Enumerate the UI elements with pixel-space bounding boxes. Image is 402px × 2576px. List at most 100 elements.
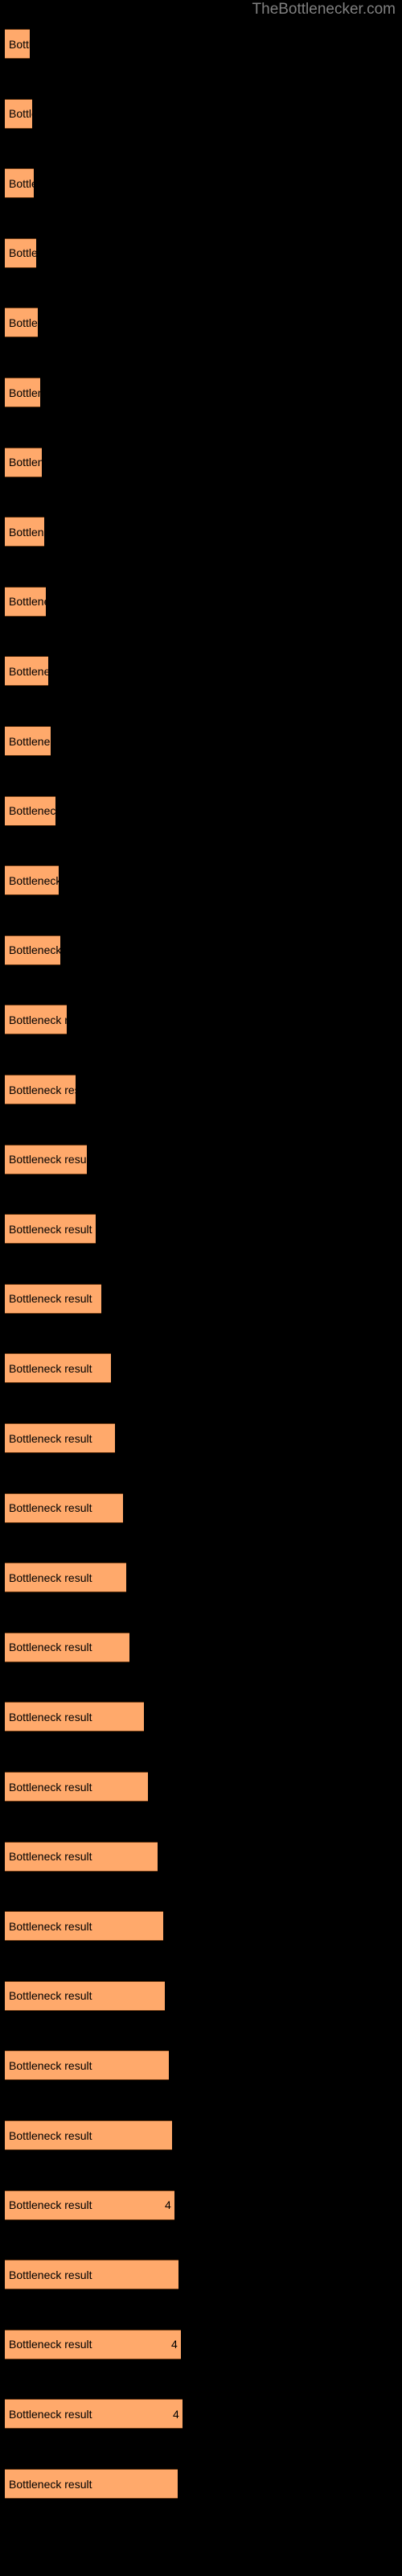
bar-label: Bottleneck result xyxy=(9,943,60,957)
bar-row: Bottleneck result xyxy=(5,1980,165,2011)
bar-label: Bottleneck result xyxy=(9,2338,92,2351)
bar-row: Bottleneck result xyxy=(5,726,51,756)
bar-label: Bottleneck result xyxy=(9,1431,92,1445)
bar[interactable]: Bottleneck result xyxy=(5,29,30,59)
bar[interactable]: Bottleneck result xyxy=(5,656,48,687)
bar-row: Bottleneck result xyxy=(5,378,40,407)
bar[interactable]: Bottleneck result 4 xyxy=(5,2329,181,2359)
bar-row: Bottleneck result xyxy=(5,586,46,617)
bar-row: Bottleneck result xyxy=(5,447,42,477)
bar[interactable]: Bottleneck result xyxy=(5,237,36,268)
bar-label: Bottleneck result xyxy=(9,1501,92,1515)
bar-row: Bottleneck result xyxy=(5,2469,178,2499)
bar-row: Bottleneck result xyxy=(5,1632,129,1662)
bar-label: Bottleneck result xyxy=(9,1153,87,1166)
bar-row: Bottleneck result xyxy=(5,1563,126,1593)
bar[interactable]: Bottleneck result xyxy=(5,1214,96,1245)
bar[interactable]: Bottleneck result xyxy=(5,865,59,896)
bar-label: Bottleneck result xyxy=(9,1292,92,1306)
bar-label: Bottleneck result xyxy=(9,1919,92,1933)
bar-label: Bottleneck result xyxy=(9,1571,92,1584)
bar-value: 4 xyxy=(171,2338,178,2351)
chart-page: TheBottlenecker.com Bottleneck resultBot… xyxy=(0,0,402,2576)
bar-label: Bottleneck result xyxy=(9,525,44,539)
bar-row: Bottleneck result xyxy=(5,656,48,687)
bar-label: Bottleneck result xyxy=(9,1989,92,2003)
bar-value: 4 xyxy=(173,2407,179,2421)
bar-label: Bottleneck result xyxy=(9,107,32,121)
bar[interactable]: Bottleneck result xyxy=(5,586,46,617)
bar[interactable]: Bottleneck result xyxy=(5,1980,165,2011)
bar-value: 4 xyxy=(165,2198,171,2212)
bar[interactable]: Bottleneck result 4 xyxy=(5,2399,183,2429)
bar[interactable]: Bottleneck result xyxy=(5,98,32,129)
bar[interactable]: Bottleneck result xyxy=(5,1423,115,1453)
bar-chart: Bottleneck result Bottleneck result Bottle… xyxy=(0,0,402,2576)
bar-row: Bottleneck result xyxy=(5,1353,111,1384)
bar[interactable]: Bottleneck result xyxy=(5,378,40,407)
bar[interactable]: Bottleneck result xyxy=(5,2260,178,2290)
bar[interactable]: Bottleneck result xyxy=(5,1772,148,1802)
bar-row: Bottleneck result xyxy=(5,1214,96,1245)
bar-label: Bottleneck result xyxy=(9,1780,92,1794)
bar-label: Bottleneck result xyxy=(9,734,51,748)
bar-row: Bottleneck result xyxy=(5,1005,67,1035)
bar[interactable]: Bottleneck result 4 xyxy=(5,2190,174,2220)
bar[interactable]: Bottleneck result xyxy=(5,795,55,826)
bar[interactable]: Bottleneck result xyxy=(5,308,38,338)
bar[interactable]: Bottleneck result xyxy=(5,1702,144,1732)
bar-label: Bottleneck result xyxy=(9,1641,92,1654)
bar-label: Bottleneck result xyxy=(9,456,42,469)
bar[interactable]: Bottleneck result xyxy=(5,1144,87,1174)
bar[interactable]: Bottleneck result xyxy=(5,2050,169,2081)
bar-label: Bottleneck result xyxy=(9,1013,67,1026)
bar[interactable]: Bottleneck result xyxy=(5,447,42,477)
bar[interactable]: Bottleneck result xyxy=(5,2120,172,2150)
bar[interactable]: Bottleneck result xyxy=(5,1911,163,1942)
bar[interactable]: Bottleneck result xyxy=(5,1353,111,1384)
bar-row: Bottleneck result xyxy=(5,1772,148,1802)
bar-row: Bottleneck result xyxy=(5,237,36,268)
bar-row: Bottleneck result xyxy=(5,98,32,129)
bar[interactable]: Bottleneck result xyxy=(5,2469,178,2499)
bar[interactable]: Bottleneck result xyxy=(5,1492,123,1523)
bar-label: Bottleneck result xyxy=(9,1222,92,1236)
bar-label: Bottleneck result xyxy=(9,1710,92,1724)
bar-row: Bottleneck result xyxy=(5,308,38,338)
bar[interactable]: Bottleneck result xyxy=(5,168,34,199)
bar[interactable]: Bottleneck result xyxy=(5,1005,67,1035)
bar[interactable]: Bottleneck result xyxy=(5,1632,129,1662)
bar-row: Bottleneck result xyxy=(5,2260,178,2290)
bar[interactable]: Bottleneck result xyxy=(5,1841,158,1872)
bar-label: Bottleneck result xyxy=(9,2268,92,2281)
bar-label: Bottleneck result xyxy=(9,2128,92,2142)
bar-row: Bottleneck result xyxy=(5,1075,76,1104)
bar[interactable]: Bottleneck result xyxy=(5,517,44,547)
bar-row: Bottleneck result xyxy=(5,1492,123,1523)
bar-row: Bottleneck result xyxy=(5,865,59,896)
bar-row: Bottleneck result xyxy=(5,1144,87,1174)
bar-row: Bottleneck result xyxy=(5,1841,158,1872)
bar-label: Bottleneck result xyxy=(9,873,59,887)
bar-row: Bottleneck result xyxy=(5,2050,169,2081)
bar[interactable]: Bottleneck result xyxy=(5,935,60,965)
bar-row: Bottleneck result xyxy=(5,795,55,826)
bar[interactable]: Bottleneck result xyxy=(5,726,51,756)
bar-label: Bottleneck result xyxy=(9,1083,76,1096)
bar-label: Bottleneck result xyxy=(9,246,36,260)
bar-label: Bottleneck result xyxy=(9,1361,92,1375)
bar-row: Bottleneck result xyxy=(5,2120,172,2150)
bar-row: Bottleneck result xyxy=(5,1911,163,1942)
bar-row: Bottleneck result 4 xyxy=(5,2399,183,2429)
bar-label: Bottleneck result xyxy=(9,595,46,609)
bar-row: Bottleneck result xyxy=(5,1702,144,1732)
bar-label: Bottleneck result xyxy=(9,316,38,329)
bar[interactable]: Bottleneck result xyxy=(5,1283,101,1314)
bar[interactable]: Bottleneck result xyxy=(5,1563,126,1593)
bar-label: Bottleneck result xyxy=(9,2477,92,2491)
bar-row: Bottleneck result xyxy=(5,1423,115,1453)
bar-label: Bottleneck result xyxy=(9,2058,92,2072)
bar-label: Bottleneck result xyxy=(9,386,40,399)
bar[interactable]: Bottleneck result xyxy=(5,1075,76,1104)
bar-label: Bottleneck result xyxy=(9,37,30,51)
